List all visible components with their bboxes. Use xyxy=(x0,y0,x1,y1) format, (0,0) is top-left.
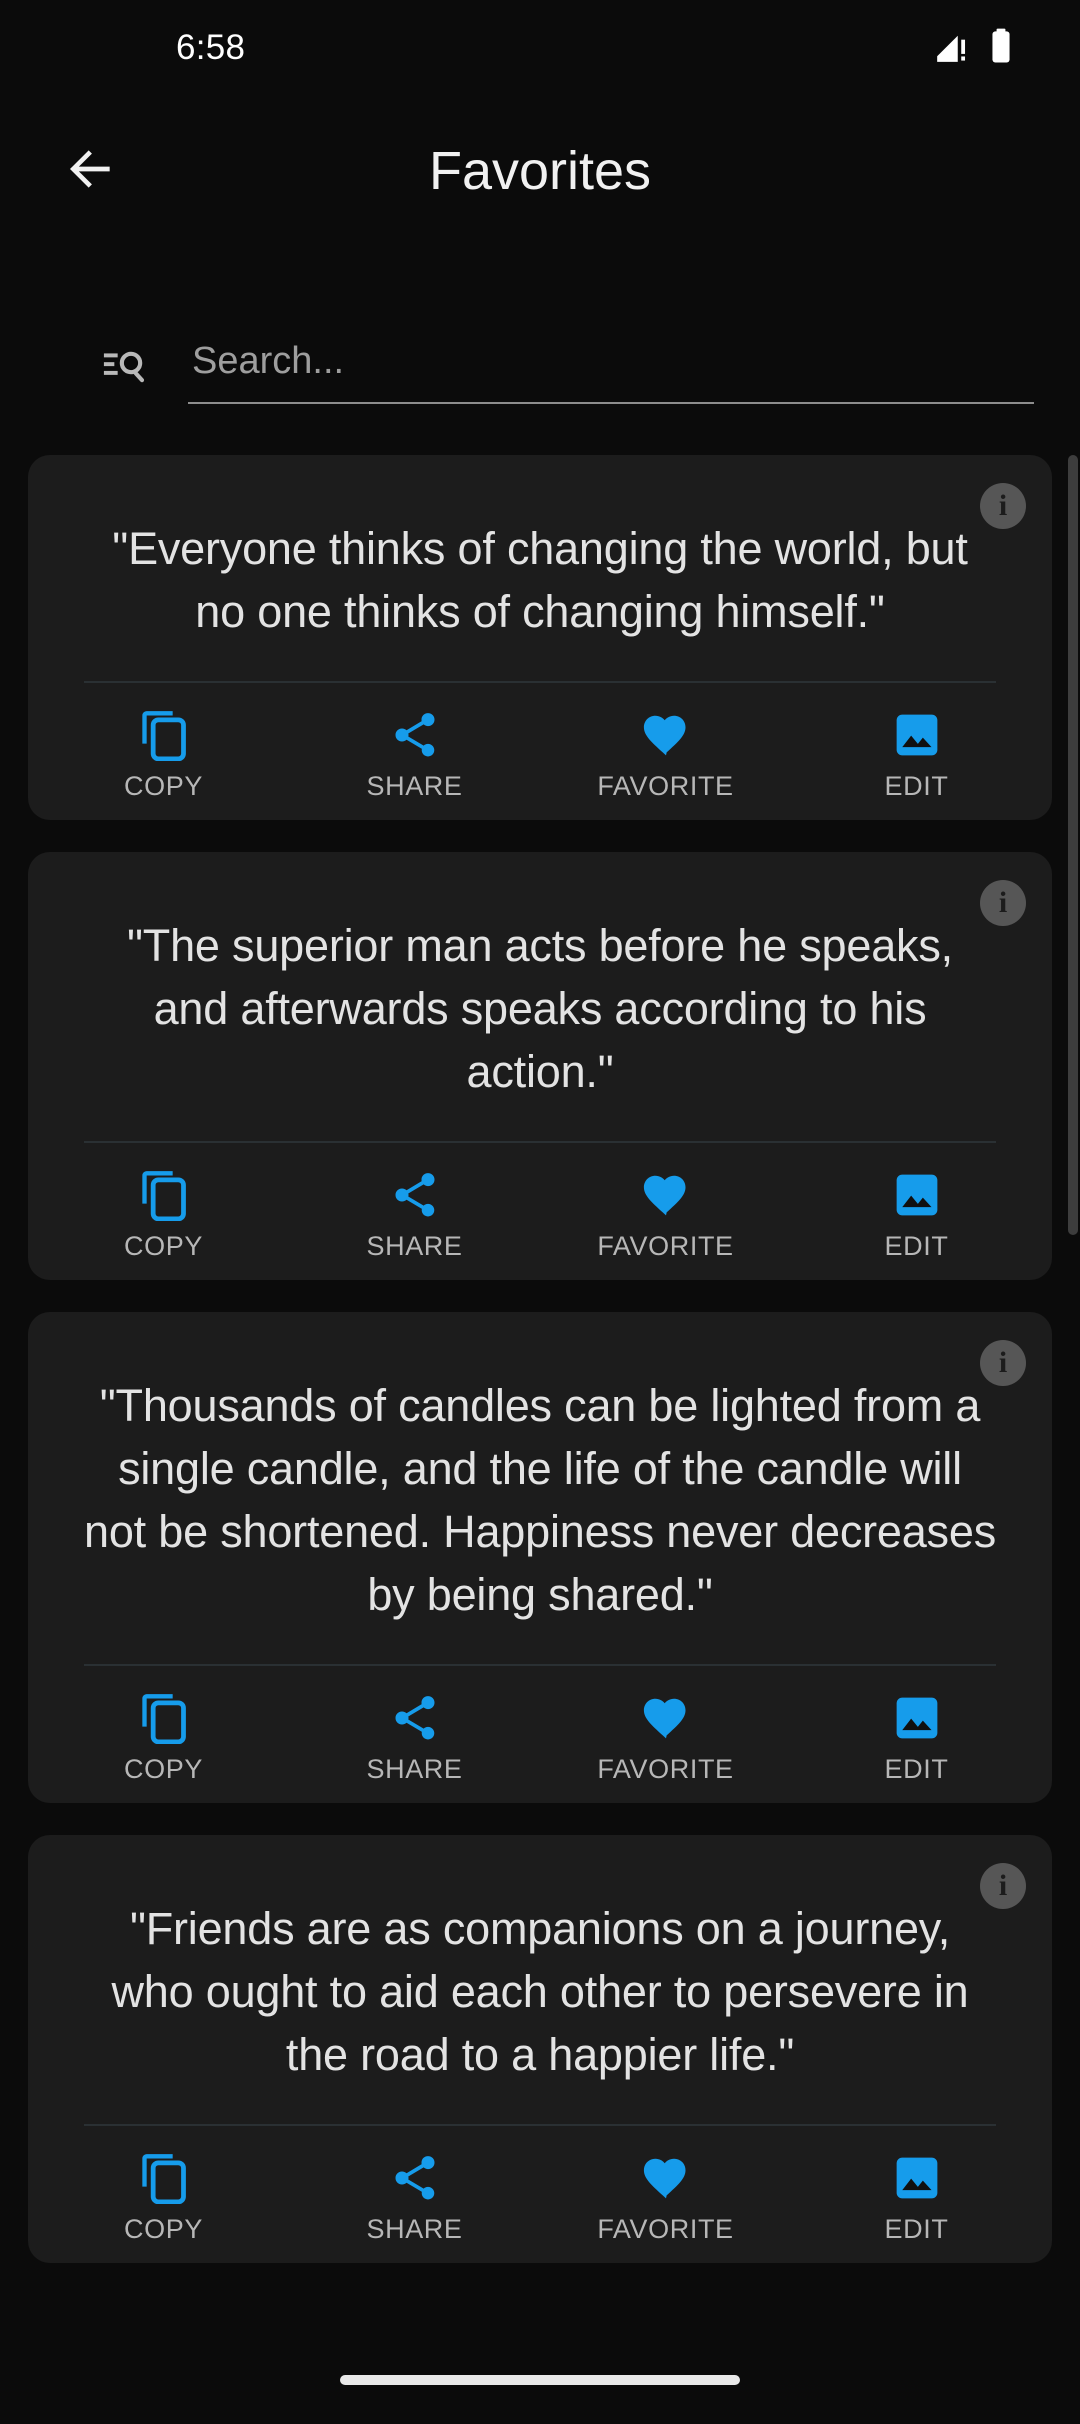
share-icon xyxy=(389,1688,441,1744)
share-button[interactable]: SHARE xyxy=(289,1165,540,1262)
favorite-label: FAVORITE xyxy=(597,1231,734,1261)
quote-text: "The superior man acts before he speaks,… xyxy=(127,920,953,1097)
favorite-button[interactable]: FAVORITE xyxy=(540,705,791,802)
heart-filled-icon xyxy=(640,1165,692,1221)
battery-full-icon xyxy=(986,27,1016,70)
copy-icon xyxy=(138,2148,190,2204)
share-icon xyxy=(389,2148,441,2204)
share-button[interactable]: SHARE xyxy=(289,1688,540,1785)
heart-filled-icon xyxy=(640,2148,692,2204)
quote-card[interactable]: i "Everyone thinks of changing the world… xyxy=(28,455,1052,820)
share-label: SHARE xyxy=(366,2214,463,2244)
app-bar: Favorites xyxy=(0,96,1080,246)
system-nav-bar xyxy=(0,2336,1080,2424)
favorite-label: FAVORITE xyxy=(597,2214,734,2244)
favorite-button[interactable]: FAVORITE xyxy=(540,1165,791,1262)
copy-icon xyxy=(138,705,190,761)
copy-label: COPY xyxy=(124,1231,203,1261)
share-label: SHARE xyxy=(366,1231,463,1261)
edit-label: EDIT xyxy=(884,771,949,801)
heart-filled-icon xyxy=(640,1688,692,1744)
info-icon[interactable]: i xyxy=(980,880,1026,926)
search-row xyxy=(0,330,1080,430)
copy-button[interactable]: COPY xyxy=(38,2148,289,2245)
edit-label: EDIT xyxy=(884,2214,949,2244)
quote-text: "Friends are as companions on a journey,… xyxy=(111,1903,969,2080)
quote-card[interactable]: i "The superior man acts before he speak… xyxy=(28,852,1052,1280)
card-actions: COPY SHARE FAVORITE EDIT xyxy=(28,1143,1052,1280)
info-icon[interactable]: i xyxy=(980,1863,1026,1909)
copy-icon xyxy=(138,1688,190,1744)
copy-label: COPY xyxy=(124,771,203,801)
status-bar: 6:58 xyxy=(0,0,1080,96)
copy-button[interactable]: COPY xyxy=(38,1688,289,1785)
quote-card[interactable]: i "Friends are as companions on a journe… xyxy=(28,1835,1052,2263)
edit-button[interactable]: EDIT xyxy=(791,2148,1042,2245)
share-icon xyxy=(389,1165,441,1221)
image-edit-icon xyxy=(891,2148,943,2204)
arrow-back-icon xyxy=(63,141,119,202)
favorite-button[interactable]: FAVORITE xyxy=(540,2148,791,2245)
signal-no-service-icon xyxy=(934,27,972,70)
home-gesture-pill[interactable] xyxy=(340,2375,740,2385)
quote-card[interactable]: i "Thousands of candles can be lighted f… xyxy=(28,1312,1052,1803)
info-icon[interactable]: i xyxy=(980,1340,1026,1386)
card-actions: COPY SHARE FAVORITE EDIT xyxy=(28,683,1052,820)
favorite-label: FAVORITE xyxy=(597,1754,734,1784)
copy-button[interactable]: COPY xyxy=(38,1165,289,1262)
quote-text: "Everyone thinks of changing the world, … xyxy=(112,523,968,637)
search-underline xyxy=(188,402,1034,404)
image-edit-icon xyxy=(891,1165,943,1221)
favorites-list[interactable]: i "Everyone thinks of changing the world… xyxy=(0,455,1080,2424)
scrollbar[interactable] xyxy=(1066,455,1080,2424)
favorite-label: FAVORITE xyxy=(597,771,734,801)
status-icons xyxy=(934,27,1016,70)
edit-label: EDIT xyxy=(884,1231,949,1261)
edit-button[interactable]: EDIT xyxy=(791,1165,1042,1262)
share-label: SHARE xyxy=(366,771,463,801)
manage-search-icon[interactable] xyxy=(100,342,152,394)
search-input[interactable] xyxy=(188,330,1036,392)
card-actions: COPY SHARE FAVORITE EDIT xyxy=(28,2126,1052,2263)
copy-label: COPY xyxy=(124,1754,203,1784)
share-button[interactable]: SHARE xyxy=(289,705,540,802)
scrollbar-thumb[interactable] xyxy=(1068,455,1078,1235)
heart-filled-icon xyxy=(640,705,692,761)
edit-button[interactable]: EDIT xyxy=(791,705,1042,802)
copy-label: COPY xyxy=(124,2214,203,2244)
image-edit-icon xyxy=(891,1688,943,1744)
share-label: SHARE xyxy=(366,1754,463,1784)
info-icon[interactable]: i xyxy=(980,483,1026,529)
page-title: Favorites xyxy=(428,141,652,201)
app-screen: 6:58 Favorites Search... i "Everyone thi… xyxy=(0,0,1080,2424)
share-button[interactable]: SHARE xyxy=(289,2148,540,2245)
back-button[interactable] xyxy=(36,116,146,226)
edit-label: EDIT xyxy=(884,1754,949,1784)
share-icon xyxy=(389,705,441,761)
search-field xyxy=(188,330,1036,404)
card-actions: COPY SHARE FAVORITE EDIT xyxy=(28,1666,1052,1803)
copy-button[interactable]: COPY xyxy=(38,705,289,802)
image-edit-icon xyxy=(891,705,943,761)
quote-text: "Thousands of candles can be lighted fro… xyxy=(84,1380,996,1620)
favorite-button[interactable]: FAVORITE xyxy=(540,1688,791,1785)
copy-icon xyxy=(138,1165,190,1221)
status-time: 6:58 xyxy=(176,28,246,67)
edit-button[interactable]: EDIT xyxy=(791,1688,1042,1785)
